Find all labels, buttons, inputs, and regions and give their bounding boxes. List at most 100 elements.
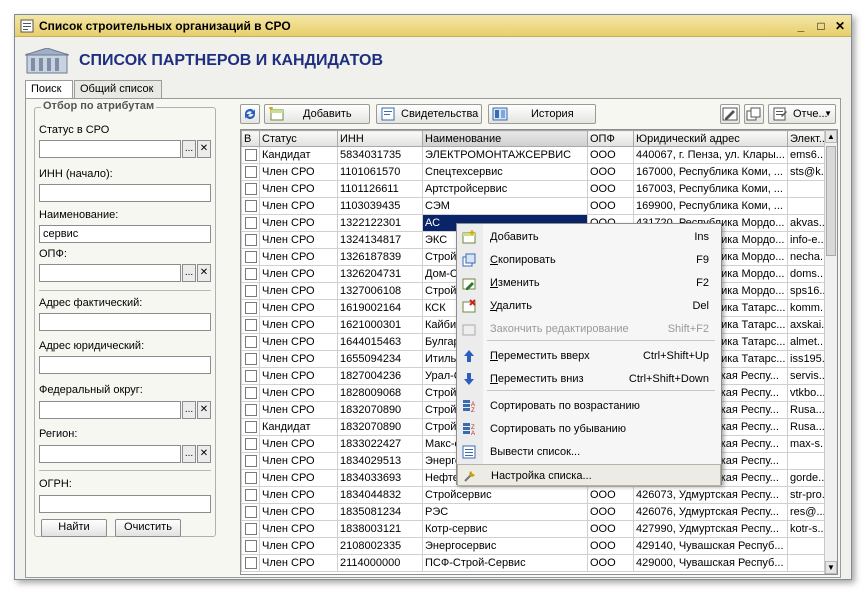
row-checkbox[interactable]: [241, 299, 260, 317]
edit-mode-button[interactable]: [720, 104, 740, 124]
row-checkbox[interactable]: [241, 469, 260, 487]
opf-clear-button[interactable]: ✕: [197, 264, 211, 282]
scroll-down-icon[interactable]: ▼: [825, 561, 837, 574]
scroll-up-icon[interactable]: ▲: [825, 130, 837, 143]
table-row[interactable]: Член СРО 1835081234 РЭС ООО 426076, Удмуртск…: [241, 503, 836, 521]
row-checkbox[interactable]: [241, 367, 260, 385]
checkbox[interactable]: [244, 523, 257, 536]
checkbox[interactable]: [244, 421, 257, 434]
col-header-legal-address[interactable]: Юридический адрес: [633, 130, 788, 147]
checkbox[interactable]: [244, 200, 257, 213]
table-row[interactable]: Кандидат 5834031735 ЭЛЕКТРОМОНТАЖСЕРВИС ООО…: [241, 146, 836, 164]
name-input[interactable]: сервис: [39, 225, 211, 243]
checkbox[interactable]: [244, 489, 257, 502]
row-checkbox[interactable]: [241, 452, 260, 470]
checkbox[interactable]: [244, 217, 257, 230]
region-input[interactable]: [39, 445, 181, 463]
certificates-button[interactable]: Свидетельства: [376, 104, 482, 124]
status-clear-button[interactable]: ✕: [197, 140, 211, 158]
copy-view-button[interactable]: [744, 104, 764, 124]
checkbox[interactable]: [244, 472, 257, 485]
checkbox[interactable]: [244, 285, 257, 298]
row-checkbox[interactable]: [241, 333, 260, 351]
col-header-checkbox[interactable]: В: [241, 130, 260, 147]
row-checkbox[interactable]: [241, 282, 260, 300]
row-checkbox[interactable]: [241, 503, 260, 521]
row-checkbox[interactable]: [241, 486, 260, 504]
menu-item-output-list[interactable]: Вывести список...: [457, 441, 721, 463]
region-clear-button[interactable]: ✕: [197, 445, 211, 463]
reset-button[interactable]: Очистить: [115, 519, 181, 537]
vertical-scrollbar[interactable]: ▲ ▼: [824, 130, 837, 574]
row-checkbox[interactable]: [241, 180, 260, 198]
table-row[interactable]: Член СРО 1838003121 Котр-сервис ООО 427990, …: [241, 520, 836, 538]
status-input[interactable]: [39, 140, 181, 158]
fed-okrug-clear-button[interactable]: ✕: [197, 401, 211, 419]
menu-item-sort-asc[interactable]: A Z Сортировать по возрастанию: [457, 395, 721, 417]
opf-input[interactable]: [39, 264, 181, 282]
table-row[interactable]: Член СРО 2108002335 Энергосервис ООО 429140,…: [241, 537, 836, 555]
checkbox[interactable]: [244, 370, 257, 383]
row-checkbox[interactable]: [241, 554, 260, 572]
col-header-opf[interactable]: ОПФ: [587, 130, 634, 147]
ogrn-input[interactable]: [39, 495, 211, 513]
row-checkbox[interactable]: [241, 537, 260, 555]
checkbox[interactable]: [244, 149, 257, 162]
menu-item-delete[interactable]: Удалить Del: [457, 295, 721, 317]
checkbox[interactable]: [244, 166, 257, 179]
fed-okrug-input[interactable]: [39, 401, 181, 419]
col-header-status[interactable]: Статус: [259, 130, 338, 147]
checkbox[interactable]: [244, 353, 257, 366]
checkbox[interactable]: [244, 404, 257, 417]
menu-item-move-down[interactable]: Переместить вниз Ctrl+Shift+Down: [457, 368, 721, 390]
checkbox[interactable]: [244, 234, 257, 247]
region-select-button[interactable]: ...: [182, 445, 196, 463]
restore-button[interactable]: □: [813, 18, 829, 34]
row-checkbox[interactable]: [241, 401, 260, 419]
table-row[interactable]: Член СРО 1103039435 СЭМ ООО 169900, Республи…: [241, 197, 836, 215]
refresh-button[interactable]: [240, 104, 260, 124]
menu-item-edit[interactable]: Изменить F2: [457, 272, 721, 294]
row-checkbox[interactable]: [241, 265, 260, 283]
checkbox[interactable]: [244, 302, 257, 315]
table-row[interactable]: Член СРО 1834044832 Стройсервис ООО 426073, …: [241, 486, 836, 504]
checkbox[interactable]: [244, 387, 257, 400]
checkbox[interactable]: [244, 336, 257, 349]
checkbox[interactable]: [244, 268, 257, 281]
addr-fact-input[interactable]: [39, 313, 211, 331]
tab-general-list[interactable]: Общий список: [74, 80, 162, 98]
status-select-button[interactable]: ...: [182, 140, 196, 158]
row-checkbox[interactable]: [241, 248, 260, 266]
col-header-inn[interactable]: ИНН: [337, 130, 423, 147]
reports-menu-button[interactable]: Отче... ▼: [768, 104, 836, 124]
opf-select-button[interactable]: ...: [182, 264, 196, 282]
menu-item-add[interactable]: Добавить Ins: [457, 226, 721, 248]
row-checkbox[interactable]: [241, 197, 260, 215]
add-button[interactable]: Добавить: [264, 104, 370, 124]
row-checkbox[interactable]: [241, 214, 260, 232]
checkbox[interactable]: [244, 319, 257, 332]
menu-item-list-settings[interactable]: Настройка списка...: [457, 464, 721, 486]
row-checkbox[interactable]: [241, 146, 260, 164]
checkbox[interactable]: [244, 251, 257, 264]
table-row[interactable]: Член СРО 1101061570 Спецтехсервис ООО 167000…: [241, 163, 836, 181]
close-button[interactable]: ✕: [832, 18, 848, 34]
menu-item-sort-desc[interactable]: Z A Сортировать по убыванию: [457, 418, 721, 440]
table-row[interactable]: Член СРО 2114000000 ПСФ-Строй-Сервис ООО 429…: [241, 554, 836, 572]
addr-jur-input[interactable]: [39, 356, 211, 374]
checkbox[interactable]: [244, 455, 257, 468]
checkbox[interactable]: [244, 557, 257, 570]
row-checkbox[interactable]: [241, 316, 260, 334]
col-header-name[interactable]: Наименование: [422, 130, 588, 147]
row-checkbox[interactable]: [241, 350, 260, 368]
fed-okrug-select-button[interactable]: ...: [182, 401, 196, 419]
row-checkbox[interactable]: [241, 435, 260, 453]
menu-item-move-up[interactable]: Переместить вверх Ctrl+Shift+Up: [457, 345, 721, 367]
scroll-thumb[interactable]: [826, 146, 836, 256]
inn-input[interactable]: [39, 184, 211, 202]
row-checkbox[interactable]: [241, 163, 260, 181]
checkbox[interactable]: [244, 506, 257, 519]
history-button[interactable]: История: [488, 104, 596, 124]
checkbox[interactable]: [244, 438, 257, 451]
checkbox[interactable]: [244, 183, 257, 196]
